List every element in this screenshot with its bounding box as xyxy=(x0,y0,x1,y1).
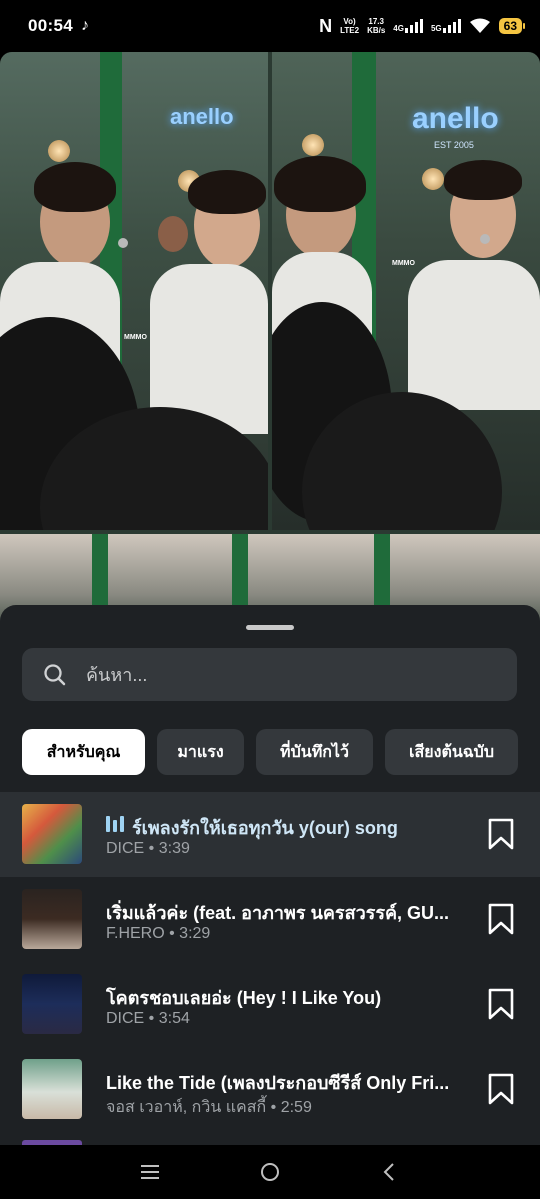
person-hair xyxy=(444,160,522,200)
track-title: โคตรชอบเลยอ่ะ (Hey ! I Like You) xyxy=(106,988,382,1008)
background-person xyxy=(158,216,188,252)
search-input[interactable]: ค้นหา... xyxy=(22,648,517,701)
track-meta: F.HERO • 3:29 xyxy=(106,925,211,942)
store-sign: anello xyxy=(170,104,234,129)
signal-icon-2 xyxy=(442,19,461,33)
pendant-lamp xyxy=(422,168,444,190)
track-row[interactable]: โคตรชอบเลยอ่ะ (Hey ! I Like You) DICE • … xyxy=(0,962,540,1047)
system-nav-bar xyxy=(0,1145,540,1199)
equalizer-icon xyxy=(106,814,124,832)
bookmark-icon[interactable] xyxy=(487,903,515,935)
microphone xyxy=(480,234,490,244)
track-row[interactable]: Like the Tide (เพลงประกอบซีรีส์ Only Fri… xyxy=(0,1047,540,1132)
photo-panel-left: anello MMMO xyxy=(0,52,268,530)
album-art xyxy=(22,889,82,949)
store-sign-est: EST 2005 xyxy=(434,140,474,150)
search-icon xyxy=(44,663,66,685)
track-meta: จอส เวอาห์, กวิน แคสกี้ • 2:59 xyxy=(106,1099,312,1116)
volte-bottom: LTE2 xyxy=(340,26,360,35)
track-row[interactable]: เริ่มแล้วค่ะ (feat. อาภาพร นครสวรรค์, GU… xyxy=(0,877,540,962)
network-speed-unit: KB/s xyxy=(367,26,386,35)
bookmark-icon[interactable] xyxy=(487,818,515,850)
track-row[interactable]: ร์เพลงรักให้เธอทุกวัน y(our) song DICE •… xyxy=(0,792,540,877)
pendant-lamp xyxy=(302,134,324,156)
person-hair xyxy=(274,156,366,212)
home-icon[interactable] xyxy=(258,1160,282,1184)
video-background[interactable]: anello MMMO anello EST 2005 MMMO xyxy=(0,52,540,632)
store-sign-2: anello xyxy=(412,102,499,135)
volte-indicator: Vo) LTE2 xyxy=(340,17,359,35)
drag-handle[interactable] xyxy=(246,625,294,630)
status-indicators: N Vo) LTE2 17.3 KB/s 4G 5G 63 xyxy=(319,15,526,37)
volte-top: Vo) xyxy=(343,17,356,26)
tiktok-icon: ♪ xyxy=(80,17,89,34)
status-bar: 00:54 ♪ N Vo) LTE2 17.3 KB/s 4G 5G 63 xyxy=(0,0,540,52)
microphone xyxy=(118,238,128,248)
music-picker-sheet: ค้นหา... สำหรับคุณ มาแรง ที่บันทึกไว้ เส… xyxy=(0,605,540,1146)
track-title: ร์เพลงรักให้เธอทุกวัน y(our) song xyxy=(132,818,398,838)
album-art xyxy=(22,974,82,1034)
tab-trending[interactable]: มาแรง xyxy=(157,729,244,775)
track-meta: DICE • 3:39 xyxy=(106,840,190,857)
search-placeholder: ค้นหา... xyxy=(86,665,148,685)
photo-panel-right: anello EST 2005 MMMO xyxy=(272,52,540,530)
album-art xyxy=(22,1059,82,1119)
pendant-lamp xyxy=(48,140,70,162)
wifi-icon xyxy=(469,18,490,33)
signal-2: 5G xyxy=(431,19,461,33)
watermark-2: MMMO xyxy=(392,260,415,267)
signal-2-label: 5G xyxy=(430,24,442,33)
track-title: Like the Tide (เพลงประกอบซีรีส์ Only Fri… xyxy=(106,1073,450,1093)
status-time: 00:54 xyxy=(28,16,73,35)
battery-icon: 63 xyxy=(498,18,526,34)
track-meta: DICE • 3:54 xyxy=(106,1010,190,1027)
tab-original-sound[interactable]: เสียงต้นฉบับ xyxy=(385,729,518,775)
watermark: MMMO xyxy=(124,334,147,341)
category-tabs: สำหรับคุณ มาแรง ที่บันทึกไว้ เสียงต้นฉบั… xyxy=(22,729,518,775)
track-title: เริ่มแล้วค่ะ (feat. อาภาพร นครสวรรค์, GU… xyxy=(106,903,450,923)
signal-1: 4G xyxy=(393,19,423,33)
menu-icon[interactable] xyxy=(138,1160,162,1184)
person-hair xyxy=(188,170,266,214)
track-list: ร์เพลงรักให้เธอทุกวัน y(our) song DICE •… xyxy=(0,792,540,1132)
network-speed: 17.3 KB/s xyxy=(367,17,385,35)
bookmark-icon[interactable] xyxy=(487,988,515,1020)
bookmark-icon[interactable] xyxy=(487,1073,515,1105)
tab-for-you[interactable]: สำหรับคุณ xyxy=(22,729,145,775)
album-art xyxy=(22,804,82,864)
network-speed-value: 17.3 xyxy=(368,17,384,26)
signal-icon xyxy=(404,19,423,33)
person-hair xyxy=(34,162,116,212)
signal-1-label: 4G xyxy=(393,24,404,33)
person-shirt xyxy=(408,260,540,410)
tab-saved[interactable]: ที่บันทึกไว้ xyxy=(256,729,373,775)
back-icon[interactable] xyxy=(378,1160,402,1184)
nfc-icon: N xyxy=(319,15,333,36)
